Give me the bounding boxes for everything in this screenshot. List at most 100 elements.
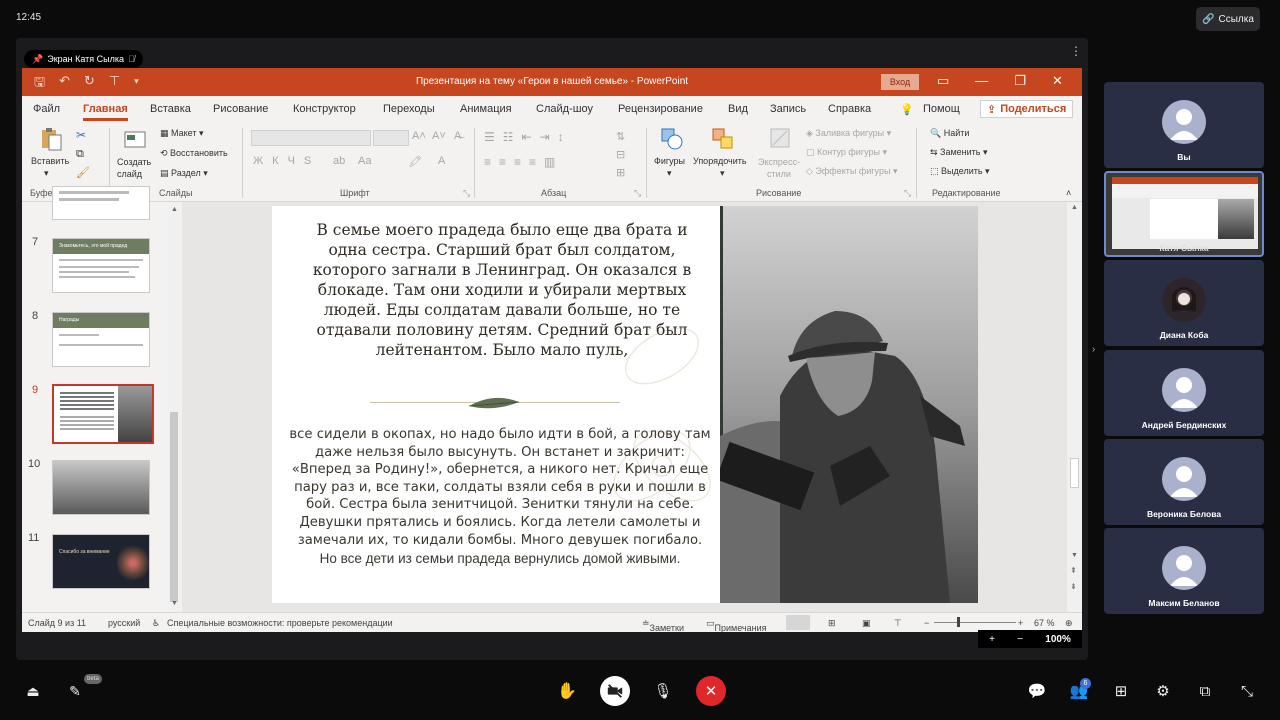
shape-effects-button[interactable]: ◇ Эффекты фигуры ▾ [806, 166, 897, 177]
shape-fill-button[interactable]: ◈ Заливка фигуры ▾ [806, 128, 891, 139]
slide-thumbnail-8[interactable]: Награды [52, 312, 150, 367]
new-slide-icon[interactable] [122, 126, 148, 152]
shrink-font-icon[interactable]: A˅ [432, 130, 446, 142]
align-icons[interactable]: ≡≡≡≡▥ [484, 155, 563, 169]
collapse-icon[interactable]: ⤡ [1232, 676, 1262, 706]
slide-thumbnail-7[interactable]: Знакомьтесь, это мой прадед [52, 238, 150, 293]
select-button[interactable]: ⬚ Выделить ▾ [930, 166, 990, 177]
replace-button[interactable]: ⇆ Заменить ▾ [930, 147, 988, 158]
participant-tile[interactable]: Диана Коба [1104, 260, 1264, 346]
tab-design[interactable]: Конструктор [293, 103, 356, 115]
raise-hand-icon[interactable]: ✋ [552, 676, 582, 706]
font-dialog-launcher-icon[interactable]: ⤡ [463, 188, 470, 199]
grid-layout-icon[interactable]: ⊞ [1106, 676, 1136, 706]
tab-draw[interactable]: Рисование [213, 103, 268, 115]
chat-icon[interactable]: 💬 [1022, 676, 1052, 706]
participant-tile[interactable]: Максим Беланов [1104, 528, 1264, 614]
slide-thumbnail-10[interactable] [52, 460, 150, 515]
paste-dropdown-icon[interactable]: ▾ [44, 168, 49, 179]
shape-outline-button[interactable]: ▢ Контур фигуры ▾ [806, 147, 887, 158]
thumbnails-scrollbar[interactable]: ▲ ▼ [168, 202, 180, 612]
slide-sorter-icon[interactable]: ⊞ [828, 618, 836, 629]
tab-review[interactable]: Рецензирование [618, 103, 703, 115]
next-slide-icon[interactable]: ⇟ [1070, 582, 1077, 591]
arrange-dropdown-icon[interactable]: ▾ [720, 168, 725, 179]
copy-link-button[interactable]: 🔗 Ссылка [1196, 7, 1260, 31]
text-direction-icon[interactable]: ⇅ [616, 130, 625, 143]
paste-icon[interactable] [38, 126, 64, 152]
slideshow-icon[interactable]: ⊤ [894, 618, 902, 629]
end-call-button[interactable]: ✕ [696, 676, 726, 706]
tab-insert[interactable]: Вставка [150, 103, 191, 115]
tab-slideshow[interactable]: Слайд-шоу [536, 103, 593, 115]
ribbon-display-icon[interactable]: ▭ [937, 73, 949, 89]
cut-icon[interactable]: ✂ [76, 128, 86, 142]
font-name-box[interactable] [251, 130, 371, 146]
slide-body-text-last[interactable]: Но все дети из семьи прадеда вернулись д… [284, 551, 716, 566]
zoom-slider[interactable] [934, 622, 1016, 623]
tab-record[interactable]: Запись [770, 103, 806, 115]
canvas-scrollbar[interactable]: ▲ ▼ ⇞ ⇟ [1067, 202, 1082, 612]
participant-tile[interactable]: Андрей Бердинских [1104, 350, 1264, 436]
microphone-icon[interactable]: 🎙 [648, 676, 678, 706]
slide-thumbnail-6[interactable] [52, 186, 150, 220]
normal-view-icon[interactable] [786, 615, 810, 630]
tab-view[interactable]: Вид [728, 103, 748, 115]
canvas-scroll-up-icon[interactable]: ▲ [1071, 204, 1078, 211]
shapes-dropdown-icon[interactable]: ▾ [667, 168, 672, 179]
comments-button[interactable]: ▭ Примечания [706, 618, 766, 632]
align-text-icon[interactable]: ⊟ [616, 148, 625, 161]
reset-button[interactable]: ⟲ Восстановить [160, 148, 228, 159]
paragraph-dialog-launcher-icon[interactable]: ⤡ [634, 188, 641, 199]
layout-button[interactable]: ▦ Макет ▾ [160, 128, 204, 139]
zoom-out-icon[interactable]: − [924, 618, 929, 628]
quick-styles-icon[interactable] [768, 126, 794, 152]
accessibility-icon[interactable]: ♿ [152, 618, 160, 629]
fit-slide-icon[interactable]: ⊕ [1065, 618, 1073, 629]
current-slide[interactable]: В семье моего прадеда было еще два брата… [272, 206, 978, 603]
accessibility-status[interactable]: Специальные возможности: проверьте реком… [167, 618, 393, 628]
slide-thumbnail-9[interactable] [52, 384, 154, 444]
font-color-icon[interactable]: A [438, 155, 445, 167]
tab-transitions[interactable]: Переходы [383, 103, 435, 115]
zoom-in-icon[interactable]: + [1018, 618, 1023, 628]
more-options-icon[interactable]: ⋮ [1070, 44, 1082, 58]
find-button[interactable]: 🔍 Найти [930, 128, 969, 139]
previous-slide-icon[interactable]: ⇞ [1070, 566, 1077, 575]
participant-tile[interactable]: Вероника Белова [1104, 439, 1264, 525]
change-case-icon[interactable]: Aa [358, 155, 371, 167]
new-slide-label[interactable]: Создать слайд [117, 156, 157, 180]
copy-icon[interactable]: ⧉ [76, 148, 84, 161]
arrange-icon[interactable] [710, 126, 736, 152]
chevron-right-icon[interactable]: › [1092, 344, 1095, 355]
slide-thumbnail-11[interactable]: Спасибо за внимание [52, 534, 150, 589]
pin-icon[interactable]: 📌 [32, 54, 43, 65]
soldier-photo[interactable] [720, 206, 978, 603]
zoom-slider-thumb[interactable] [957, 617, 960, 627]
font-style-icons[interactable]: ЖКЧS [253, 155, 320, 167]
scroll-down-icon[interactable]: ▼ [171, 600, 178, 607]
participant-tile-active[interactable]: Катя Сылка [1104, 171, 1264, 257]
participant-tile[interactable]: Вы [1104, 82, 1264, 168]
canvas-scroll-thumb[interactable] [1070, 458, 1079, 488]
zoom-plus-button[interactable]: + [989, 634, 995, 645]
sign-in-button[interactable]: Вход [881, 74, 919, 90]
minimize-icon[interactable]: — [975, 73, 988, 89]
tab-animations[interactable]: Анимация [460, 103, 512, 115]
list-icons[interactable]: ☰☷⇤⇥↕ [484, 130, 572, 144]
collapse-ribbon-icon[interactable]: ˄ [1066, 188, 1071, 198]
slide-body-text-top[interactable]: В семье моего прадеда было еще два брата… [312, 220, 692, 360]
zoom-minus-button[interactable]: − [1017, 634, 1023, 645]
maximize-icon[interactable]: ❐ [1014, 73, 1026, 89]
tab-home[interactable]: Главная [83, 103, 128, 121]
share-screen-icon[interactable]: ⏏ [18, 676, 48, 706]
format-painter-icon[interactable]: 🖌 [76, 166, 90, 179]
shapes-icon[interactable] [659, 126, 685, 152]
tab-help[interactable]: Справка [828, 103, 871, 115]
grow-font-icon[interactable]: A˄ [412, 130, 426, 142]
close-icon[interactable]: ✕ [1052, 73, 1063, 89]
camera-off-button[interactable] [600, 676, 630, 706]
tab-tell-me[interactable]: Помощ [923, 103, 960, 115]
scroll-thumb[interactable] [170, 412, 178, 602]
section-button[interactable]: ▤ Раздел ▾ [160, 168, 208, 179]
